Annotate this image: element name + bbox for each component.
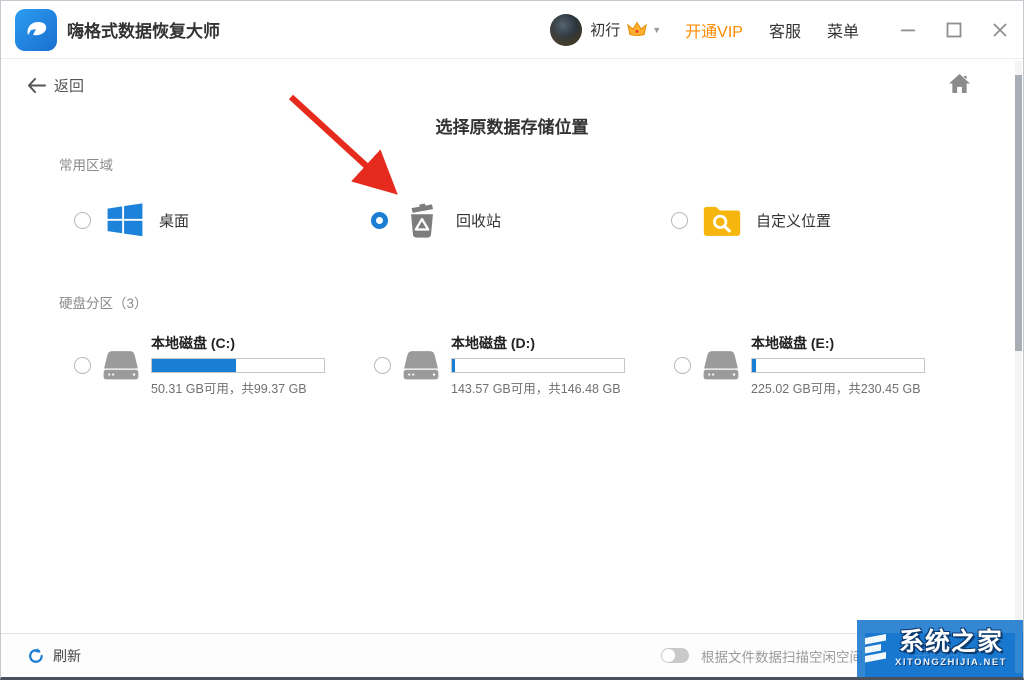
recycle-bin-icon [402,200,442,240]
close-button[interactable] [977,1,1023,58]
radio-disk-c[interactable] [74,357,91,374]
option-custom-location[interactable]: 自定义位置 [671,197,831,243]
scan-free-space-label: 根据文件数据扫描空闲空间 [701,646,863,666]
back-button[interactable]: 返回 [27,75,84,96]
home-icon [948,73,971,94]
start-scan-button[interactable]: 开始扫描 [865,633,1023,677]
toggle-knob [662,649,675,662]
option-label-custom-location: 自定义位置 [756,210,831,231]
disk-usage-bar [151,358,325,373]
disk-usage-fill [752,359,756,372]
app-logo-icon [15,9,57,51]
option-label-recycle-bin: 回收站 [456,210,501,231]
option-recycle-bin[interactable]: 回收站 [371,197,501,243]
maximize-button[interactable] [931,1,977,58]
radio-desktop[interactable] [74,212,91,229]
minimize-button[interactable] [885,1,931,58]
disk-capacity: 50.31 GB可用，共99.37 GB [151,378,325,397]
crown-icon [626,21,648,38]
disk-usage-fill [152,359,236,372]
chevron-down-icon[interactable]: ▼ [652,25,661,35]
disk-name: 本地磁盘 (E:) [751,333,925,353]
customer-service-link[interactable]: 客服 [769,18,801,42]
disk-capacity: 143.57 GB可用，共146.48 GB [451,378,625,397]
hard-drive-icon [401,346,441,384]
disk-name: 本地磁盘 (C:) [151,333,325,353]
footer-bar: 刷新 根据文件数据扫描空闲空间 开始扫描 [1,633,1023,677]
radio-disk-d[interactable] [374,357,391,374]
refresh-label: 刷新 [53,646,81,666]
back-arrow-icon [27,78,46,93]
refresh-icon [27,647,45,665]
disk-row-e[interactable]: 本地磁盘 (E:) 225.02 GB可用，共230.45 GB [674,333,925,397]
app-title: 嗨格式数据恢复大师 [67,17,220,42]
app-window: 嗨格式数据恢复大师 初行 ▼ 开通VIP 客服 菜单 [0,0,1024,680]
home-button[interactable] [948,73,971,99]
username: 初行 [590,19,620,40]
user-avatar[interactable] [550,14,582,46]
refresh-button[interactable]: 刷新 [27,634,81,677]
radio-disk-e[interactable] [674,357,691,374]
disk-usage-fill [452,359,455,372]
disk-name: 本地磁盘 (D:) [451,333,625,353]
disk-usage-bar [751,358,925,373]
section-label-partitions: 硬盘分区（3） [59,292,148,312]
main-content: 返回 选择原数据存储位置 常用区域 桌面 [1,59,1023,633]
page-title: 选择原数据存储位置 [1,113,1023,138]
scan-free-space-toggle[interactable] [661,648,689,663]
hard-drive-icon [101,346,141,384]
disk-row-d[interactable]: 本地磁盘 (D:) 143.57 GB可用，共146.48 GB [374,333,625,397]
disk-capacity: 225.02 GB可用，共230.45 GB [751,378,925,397]
open-vip-link[interactable]: 开通VIP [685,18,743,42]
windows-logo-icon [105,201,145,239]
menu-link[interactable]: 菜单 [827,18,859,42]
disk-usage-bar [451,358,625,373]
back-label: 返回 [54,75,84,96]
hard-drive-icon [701,346,741,384]
section-label-common: 常用区域 [59,154,113,174]
scrollbar-thumb[interactable] [1015,75,1022,351]
radio-custom-location[interactable] [671,212,688,229]
radio-recycle-bin[interactable] [371,212,388,229]
disk-row-c[interactable]: 本地磁盘 (C:) 50.31 GB可用，共99.37 GB [74,333,325,397]
option-desktop[interactable]: 桌面 [74,197,189,243]
folder-search-icon [702,202,742,238]
vertical-scrollbar[interactable] [1015,61,1022,673]
title-bar: 嗨格式数据恢复大师 初行 ▼ 开通VIP 客服 菜单 [1,1,1023,59]
option-label-desktop: 桌面 [159,210,189,231]
